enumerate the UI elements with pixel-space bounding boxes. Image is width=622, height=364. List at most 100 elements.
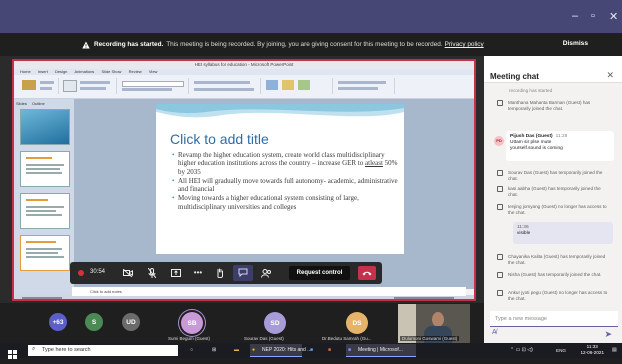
task-view-icon[interactable]: ○	[190, 344, 200, 357]
meeting-timer: 30:54	[90, 269, 106, 275]
ribbon-tab[interactable]: Animations	[75, 69, 95, 74]
thumbnail-tabs: Slides Outline	[16, 101, 45, 106]
ribbon-tab[interactable]: View	[149, 69, 158, 74]
ribbon-tab[interactable]: Slide Show	[101, 69, 121, 74]
ribbon-group	[118, 78, 189, 94]
mic-muted-icon[interactable]	[142, 262, 162, 284]
ribbon-group	[262, 78, 333, 94]
notifications-icon[interactable]: ▤	[612, 344, 620, 357]
grid-app-icon[interactable]: ⊞	[212, 344, 224, 357]
chat-event: kasi aabha (Guest) has temporarily joine…	[497, 186, 610, 198]
recording-banner: Recording has started. This meeting is b…	[0, 33, 622, 56]
slide-thumbnail[interactable]	[20, 193, 70, 229]
slide-bullet-list[interactable]: Revamp the higher education system, crea…	[172, 151, 402, 212]
chat-event: Manthana Mahanta Barman (Guest) has temp…	[497, 100, 610, 112]
taskbar-app-teams[interactable]: ■ Meeting | Microsof...	[346, 344, 416, 357]
ribbon-group	[60, 78, 117, 94]
teams-title-bar: – ▫ ✕	[0, 0, 622, 33]
recording-indicator-icon	[78, 270, 84, 276]
participant-avatar[interactable]: S	[85, 313, 103, 331]
more-actions-icon[interactable]: •••	[188, 262, 208, 284]
windows-taskbar: ⌕ Type here to search ○ ⊞ ▬ ● NEP 2020: …	[0, 343, 622, 359]
hang-up-button[interactable]	[358, 266, 376, 280]
share-tray-icon[interactable]	[166, 262, 186, 284]
outline-tab[interactable]: Outline	[32, 101, 45, 106]
ribbon-tab[interactable]: Insert	[38, 69, 48, 74]
slide-bullet: Revamp the higher education system, crea…	[172, 151, 402, 176]
participant-avatar[interactable]: SD	[264, 312, 286, 334]
participant-avatar[interactable]: SB	[181, 312, 203, 334]
ribbon-tab[interactable]: Review	[129, 69, 142, 74]
chat-event: recording has started	[509, 88, 553, 93]
dismiss-button[interactable]: Dismiss	[563, 40, 588, 47]
close-window-button[interactable]: ✕	[609, 10, 618, 23]
slide-title[interactable]: Click to add title	[170, 131, 269, 147]
slides-tab[interactable]: Slides	[16, 101, 27, 106]
participant-name: Sourav Das (Guest)	[244, 336, 284, 341]
restore-button[interactable]: ▫	[591, 10, 595, 22]
my-chat-message[interactable]: 11:36 visible	[513, 222, 613, 244]
participant-name: Dr.Bedutu Samrah (Gu...	[322, 336, 372, 341]
minimize-button[interactable]: –	[572, 10, 578, 22]
search-icon: ⌕	[32, 346, 36, 352]
participant-name: Dulumoni Goswami (Guest)	[400, 336, 460, 341]
ribbon-tab[interactable]: Design	[55, 69, 67, 74]
sender-avatar: PD	[494, 136, 504, 146]
meeting-controls-bar: 30:54 ••• Request control	[70, 262, 382, 284]
chat-compose-input[interactable]: Type a new message	[490, 311, 618, 327]
folder-icon[interactable]: ▬	[234, 344, 246, 357]
powerpoint-title-bar: HEI syllabus for education - Microsoft P…	[14, 61, 474, 69]
chat-title: Meeting chat	[490, 72, 539, 81]
more-participants-avatar[interactable]: +63	[49, 313, 67, 331]
teams-icon: ■	[348, 347, 352, 353]
participants-icon[interactable]	[256, 262, 276, 284]
send-icon[interactable]: ➤	[604, 329, 612, 340]
phone-hangup-icon	[362, 271, 372, 276]
chat-event-icon	[497, 186, 503, 192]
chat-event-icon	[497, 100, 503, 106]
ribbon-tab[interactable]: Home	[20, 69, 31, 74]
chat-event: tenjing jomyang (Guest) no longer has ac…	[497, 204, 612, 216]
chat-header: Meeting chat ✕	[484, 56, 622, 83]
taskbar-clock[interactable]: 11:33 12-06-2021	[581, 344, 605, 356]
chat-event-icon	[497, 204, 503, 210]
powerpoint-icon[interactable]: ■	[328, 344, 338, 357]
chat-message[interactable]: Pijush Das (Guest) 11:28 Uttam sir plse m…	[506, 131, 614, 161]
camera-off-icon[interactable]	[118, 262, 138, 284]
slide-thumbnail[interactable]	[20, 235, 70, 271]
privacy-policy-link[interactable]: Privacy policy	[445, 41, 484, 48]
windows-start-icon[interactable]	[8, 346, 17, 364]
recording-consent-text: This meeting is being recorded. By joini…	[166, 41, 443, 48]
chat-event-icon	[497, 254, 503, 260]
chat-icon[interactable]	[233, 265, 253, 281]
taskbar-app-chrome[interactable]: ● NEP 2020: Hits and ...	[250, 344, 311, 357]
chat-event: Nisha (Guest) has temporarily joined the…	[497, 272, 610, 278]
slide-thumbnail[interactable]	[20, 109, 70, 145]
chat-event: Sourav Das (Guest) has temporarily joine…	[497, 170, 610, 182]
powerpoint-ribbon	[14, 75, 474, 99]
ribbon-group	[190, 78, 261, 94]
raise-hand-icon[interactable]	[210, 262, 230, 284]
ribbon-group	[334, 78, 395, 94]
slide-wave-decoration	[156, 104, 404, 118]
language-indicator[interactable]: ENG	[556, 344, 570, 357]
request-control-button[interactable]: Request control	[289, 266, 350, 280]
chat-event-icon	[497, 170, 503, 176]
slide-notes-pane[interactable]: Click to add notes	[72, 287, 466, 296]
system-tray-icons[interactable]: ⌃ ▭ ⊡ ◁)	[510, 344, 550, 357]
chat-event: Ankur jyoti pegu (Guest) no longer has a…	[497, 290, 612, 302]
slide-bullet: Moving towards a higher educational syst…	[172, 194, 402, 211]
warning-icon	[82, 41, 90, 49]
participant-name: Sumi Begum (Guest)	[168, 336, 211, 341]
slide-bullet: All HEI will gradually move towards full…	[172, 177, 402, 194]
participant-avatar[interactable]: UD	[122, 313, 140, 331]
word-icon[interactable]: ■	[310, 344, 320, 357]
taskbar-search-box[interactable]: ⌕ Type here to search	[28, 345, 178, 356]
slide-thumbnail[interactable]	[20, 151, 70, 187]
participant-avatar[interactable]: DS	[346, 312, 368, 334]
ribbon-group	[18, 78, 59, 94]
chat-compose-toolbar: A̸ ➤	[484, 327, 622, 343]
close-icon[interactable]: ✕	[606, 70, 614, 81]
chat-event-icon	[497, 290, 503, 296]
format-icon[interactable]: A̸	[492, 329, 497, 336]
